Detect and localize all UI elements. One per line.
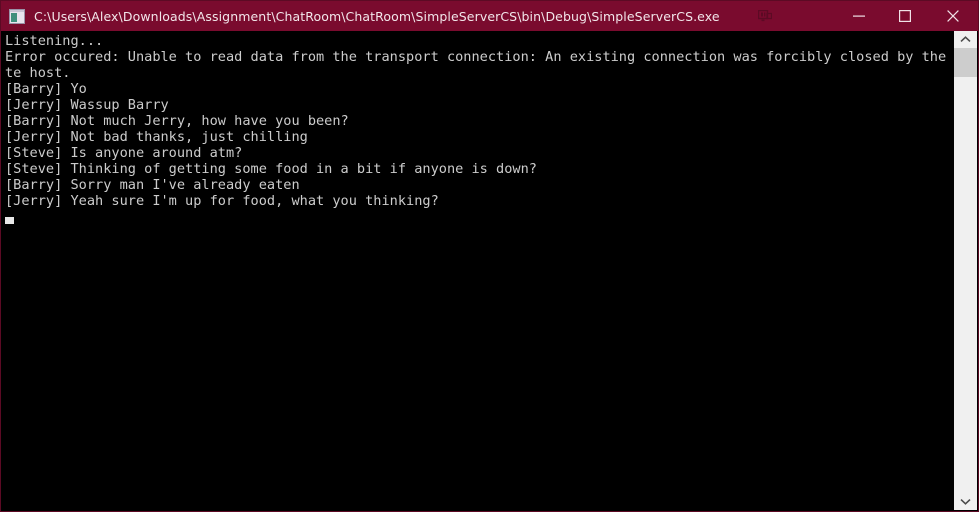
title-bar[interactable]: C:\Users\Alex\Downloads\Assignment\ChatR… bbox=[1, 1, 978, 31]
display-properties-icon[interactable] bbox=[752, 1, 778, 31]
console-line: [Barry] Sorry man I've already eaten bbox=[5, 177, 300, 193]
close-button[interactable] bbox=[928, 1, 978, 31]
console-line: [Jerry] Not bad thanks, just chilling bbox=[5, 129, 308, 145]
console-line: [Barry] Yo bbox=[5, 81, 87, 97]
console-line: [Jerry] Wassup Barry bbox=[5, 97, 169, 113]
console-line: te host. bbox=[5, 65, 71, 81]
console-window: C:\Users\Alex\Downloads\Assignment\ChatR… bbox=[0, 0, 979, 512]
scrollbar-thumb[interactable] bbox=[954, 48, 977, 77]
scrollbar-track[interactable] bbox=[954, 48, 977, 493]
console-line: [Barry] Not much Jerry, how have you bee… bbox=[5, 113, 349, 129]
window-title: C:\Users\Alex\Downloads\Assignment\ChatR… bbox=[34, 8, 720, 24]
console-line: [Jerry] Yeah sure I'm up for food, what … bbox=[5, 193, 439, 209]
console-line: [Steve] Is anyone around atm? bbox=[5, 145, 243, 161]
text-cursor bbox=[5, 217, 14, 224]
scrollbar-up-button[interactable] bbox=[954, 31, 977, 48]
console-output-area[interactable]: Listening... Error occured: Unable to re… bbox=[2, 31, 953, 510]
console-line: Listening... bbox=[5, 33, 104, 49]
console-line: [Steve] Thinking of getting some food in… bbox=[5, 161, 537, 177]
console-window-icon bbox=[9, 8, 25, 24]
minimize-button[interactable] bbox=[836, 1, 882, 31]
maximize-button[interactable] bbox=[882, 1, 928, 31]
vertical-scrollbar[interactable] bbox=[953, 31, 977, 510]
scrollbar-down-button[interactable] bbox=[954, 493, 977, 510]
console-line: Error occured: Unable to read data from … bbox=[5, 49, 953, 65]
